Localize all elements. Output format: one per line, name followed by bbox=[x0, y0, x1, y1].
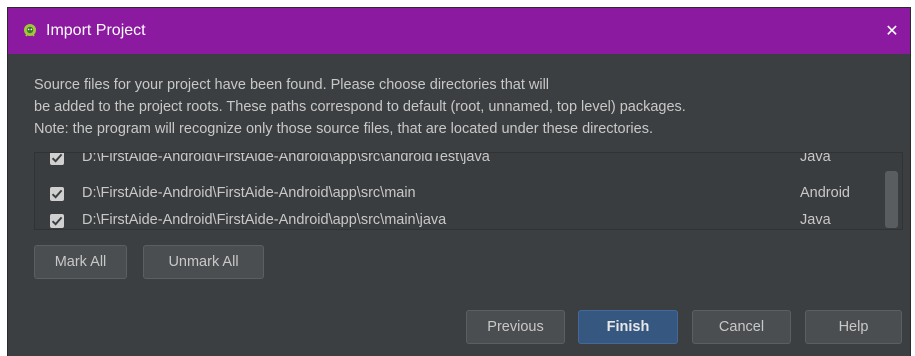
list-item[interactable]: D:\FirstAide-Android\FirstAide-Android\a… bbox=[35, 152, 880, 172]
description-line-2: be added to the project roots. These pat… bbox=[34, 99, 686, 115]
vertical-scrollbar[interactable] bbox=[880, 153, 902, 229]
title-bar[interactable]: Import Project ✕ bbox=[8, 8, 910, 54]
import-project-dialog: Import Project ✕ Source files for your p… bbox=[8, 8, 910, 356]
checkmark-icon bbox=[51, 216, 63, 226]
description-line-1: Source files for your project have been … bbox=[34, 77, 550, 93]
cancel-button[interactable]: Cancel bbox=[692, 310, 791, 344]
list-item[interactable]: D:\FirstAide-Android\FirstAide-Android\a… bbox=[35, 181, 880, 208]
finish-button[interactable]: Finish bbox=[578, 310, 678, 344]
mark-all-button[interactable]: Mark All bbox=[34, 245, 127, 279]
root-path: D:\FirstAide-Android\FirstAide-Android\a… bbox=[82, 212, 447, 228]
checkmark-icon bbox=[51, 189, 63, 199]
scrollbar-thumb[interactable] bbox=[885, 171, 898, 228]
description-line-3: Note: the program will recognize only th… bbox=[34, 121, 653, 137]
root-path: D:\FirstAide-Android\FirstAide-Android\a… bbox=[82, 185, 416, 201]
close-button[interactable]: ✕ bbox=[880, 19, 904, 43]
help-button[interactable]: Help bbox=[805, 310, 902, 344]
root-checkbox[interactable] bbox=[50, 187, 64, 201]
root-kind: Java bbox=[800, 212, 831, 228]
root-kind: Android bbox=[800, 185, 850, 201]
source-roots-list[interactable]: D:\FirstAide-Android\FirstAide-Android\a… bbox=[34, 152, 903, 230]
android-studio-icon bbox=[22, 23, 38, 39]
checkmark-icon bbox=[51, 153, 63, 163]
unmark-all-button[interactable]: Unmark All bbox=[143, 245, 264, 279]
root-kind: Java bbox=[800, 152, 831, 165]
previous-button[interactable]: Previous bbox=[466, 310, 565, 344]
close-icon: ✕ bbox=[885, 23, 899, 40]
dialog-title: Import Project bbox=[46, 22, 146, 39]
description-text: Source files for your project have been … bbox=[34, 74, 884, 140]
root-path: D:\FirstAide-Android\FirstAide-Android\a… bbox=[82, 152, 490, 165]
list-item[interactable]: D:\FirstAide-Android\FirstAide-Android\a… bbox=[35, 208, 880, 229]
root-checkbox[interactable] bbox=[50, 214, 64, 228]
root-checkbox[interactable] bbox=[50, 153, 64, 165]
